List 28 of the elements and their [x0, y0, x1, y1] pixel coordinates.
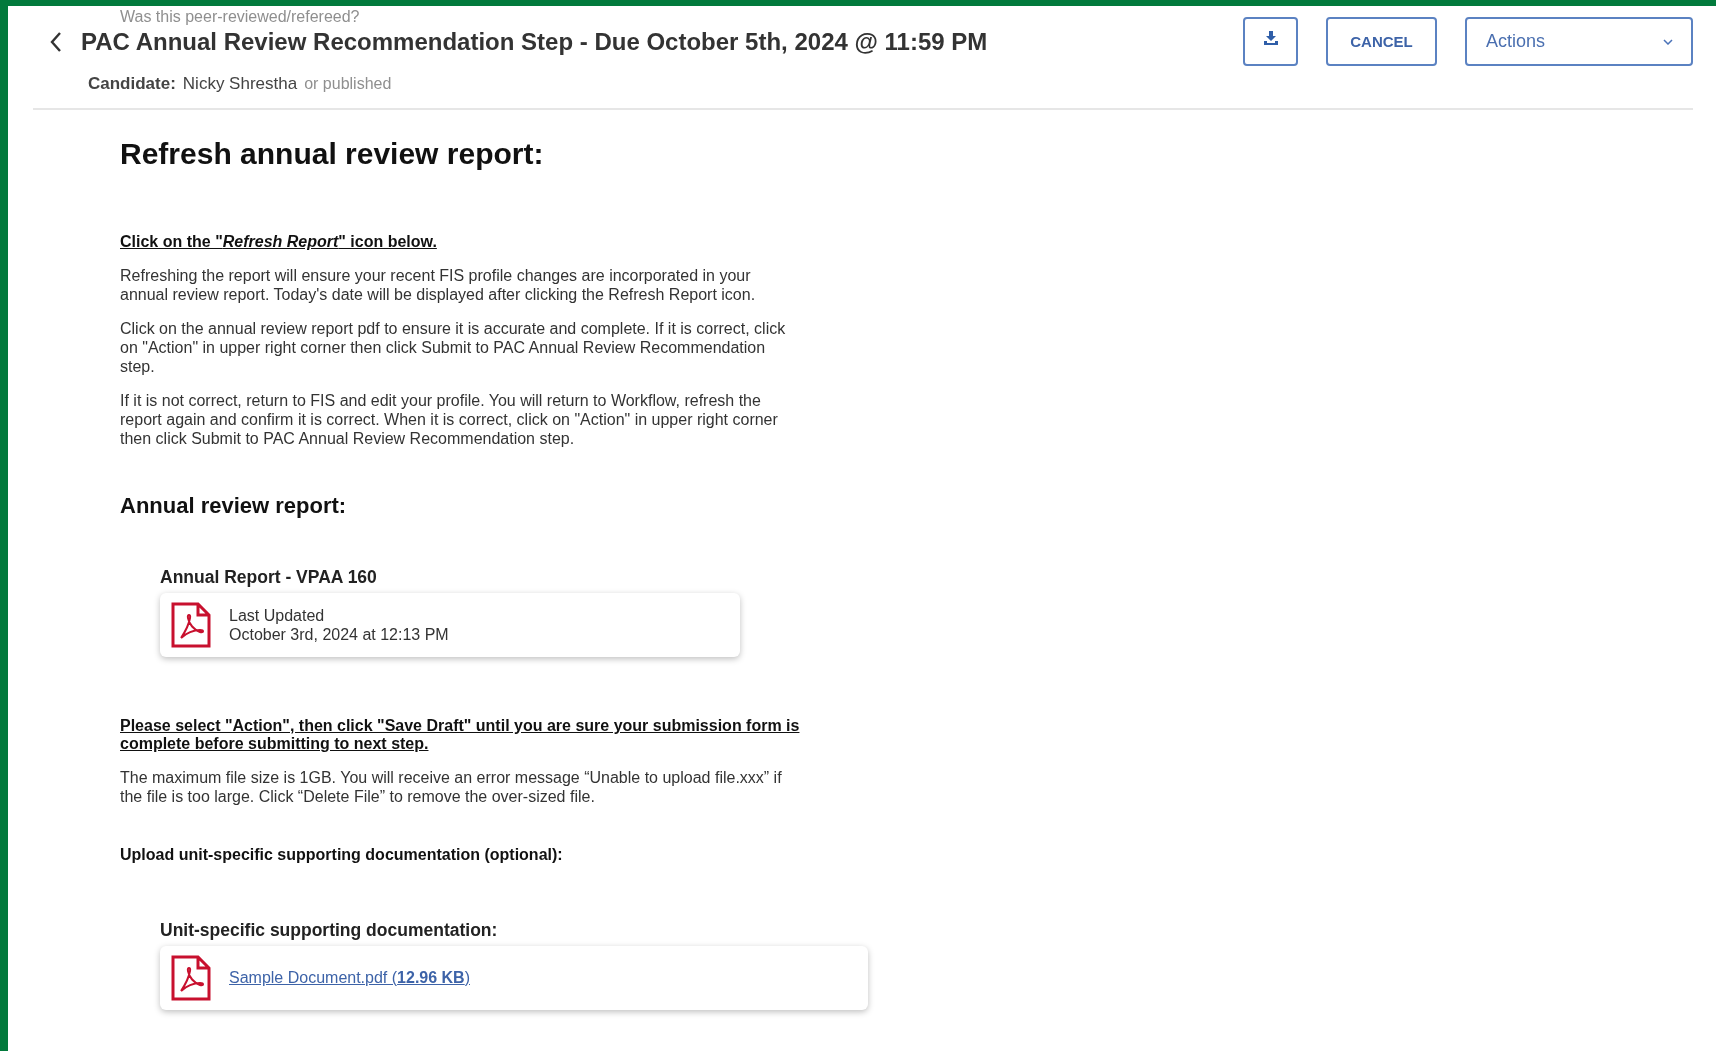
- page-title: PAC Annual Review Recommendation Step - Due October 5th, 2024 @ 11:59 PM: [81, 27, 988, 56]
- candidate-label: Candidate:: [88, 74, 176, 94]
- background-text: or published: [304, 75, 392, 93]
- download-button[interactable]: [1243, 17, 1298, 66]
- file-size-note: The maximum file size is 1GB. You will receive an error message “Unable to upload file.xxx” if the file is too large. Click “Delete File” to remove the over-sized file.: [120, 768, 783, 806]
- instruction-heading: Click on the "Refresh Report" icon below.: [120, 233, 438, 251]
- file-label: Unit-specific supporting documentation:: [160, 920, 499, 941]
- instruction-text: Click on the annual review report pdf to ensure it is accurate and complete. If it is correct, click on "Action" in upper right corner then click Submit to PAC Annual Review Recommendation step.: [120, 319, 787, 376]
- updated-label: Last Updated: [229, 606, 326, 625]
- background-text: Was this peer-reviewed/refereed?: [120, 8, 360, 26]
- instruction-text: Refreshing the report will ensure your recent FIS profile changes are incorporated in your annual review report. Today's date will be displayed after clicking the Refresh Report icon.: [120, 266, 757, 304]
- report-card[interactable]: Last Updated October 3rd, 2024 at 12:13 PM: [160, 593, 740, 657]
- actions-dropdown[interactable]: Actions: [1465, 17, 1693, 66]
- candidate-name: Nicky Shrestha: [182, 74, 298, 94]
- file-label: Annual Report - VPAA 160: [160, 567, 378, 588]
- upload-heading: Upload unit-specific supporting documentation (optional):: [120, 846, 564, 864]
- draft-notice: Please select "Action", then click "Save Draft" until you are sure your submission form is complete before submitting to next step.: [120, 717, 800, 753]
- pdf-file-icon: [171, 602, 211, 648]
- section-heading: Refresh annual review report:: [120, 137, 545, 171]
- pdf-file-icon: [171, 955, 211, 1001]
- back-icon[interactable]: [49, 30, 63, 53]
- updated-date: October 3rd, 2024 at 12:13 PM: [229, 625, 449, 644]
- cancel-button[interactable]: CANCEL: [1326, 17, 1437, 66]
- chevron-down-icon: [1663, 38, 1673, 45]
- instruction-text: If it is not correct, return to FIS and edit your profile. You will return to Workflow, refresh the report again and confirm it is correct. When it is correct, click on "Action" in upper right corner then click Submit to PAC Annual Review Recommendation step.: [120, 391, 779, 448]
- section-heading: Annual review report:: [120, 493, 348, 519]
- download-icon: [1263, 31, 1278, 45]
- file-link[interactable]: Sample Document.pdf (12.96 KB): [229, 969, 470, 987]
